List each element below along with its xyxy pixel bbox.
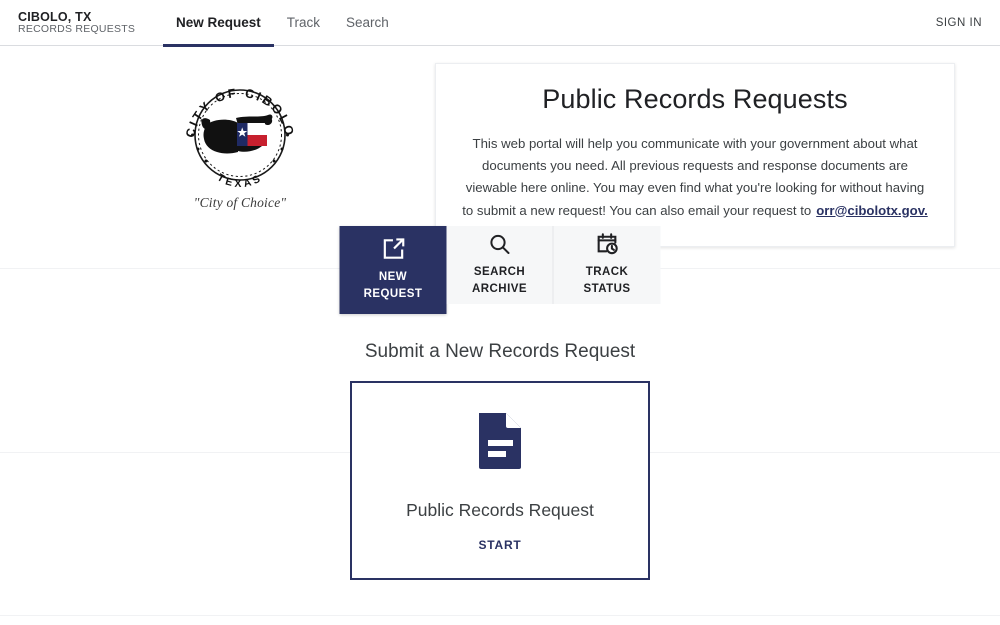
app-header: CIBOLO, TX RECORDS REQUESTS New Request … <box>0 0 1000 47</box>
tab-label-line1: NEW <box>378 270 408 283</box>
page-title: Public Records Requests <box>542 84 848 114</box>
document-icon-svg <box>479 412 521 469</box>
tab-label: NEW REQUEST <box>364 269 423 304</box>
calendar-clock-icon <box>595 231 620 257</box>
tab-new-request[interactable]: NEW REQUEST <box>339 225 447 314</box>
city-seal-block: CITY OF CIBOLO TEXAS "City of Choice" <box>45 63 435 211</box>
seal-tagline: "City of Choice" <box>193 195 287 210</box>
document-icon <box>477 411 523 474</box>
record-type-card-public-records-request[interactable]: Public Records Request START <box>350 380 650 580</box>
tab-label-line1: SEARCH <box>473 265 526 278</box>
tab-label-line2: ARCHIVE <box>472 283 527 296</box>
email-link[interactable]: orr@cibolotx.gov. <box>816 203 928 218</box>
brand-subtitle: RECORDS REQUESTS <box>18 22 136 35</box>
main-nav: New Request Track Search <box>163 0 402 47</box>
tab-label-line2: STATUS <box>583 283 631 296</box>
nav-item-new-request[interactable]: New Request <box>163 0 274 47</box>
hero-section: CITY OF CIBOLO TEXAS "City of Choice" Pu… <box>0 46 1000 247</box>
tab-search-archive[interactable]: SEARCH ARCHIVE <box>446 225 554 304</box>
edit-square-icon <box>380 236 406 262</box>
info-card: Public Records Requests This web portal … <box>435 63 955 247</box>
nav-item-label: New Request <box>176 15 261 30</box>
svg-text:TEXAS: TEXAS <box>215 172 265 191</box>
search-icon <box>488 231 512 257</box>
record-type-name: Public Records Request <box>406 499 594 520</box>
city-seal-icon: CITY OF CIBOLO TEXAS <box>183 86 294 191</box>
start-button[interactable]: START <box>478 538 521 552</box>
tab-track-status[interactable]: TRACK STATUS <box>553 225 661 304</box>
nav-item-search[interactable]: Search <box>333 0 402 46</box>
nav-item-track[interactable]: Track <box>274 0 333 46</box>
tab-label-line2: REQUEST <box>363 288 423 301</box>
sign-in-button[interactable]: SIGN IN <box>936 17 982 29</box>
nav-item-label: Search <box>346 15 389 30</box>
tab-label-line1: TRACK <box>585 265 629 278</box>
mode-tabs: NEW REQUEST SEARCH ARCHIVE TRACK STATUS <box>339 225 661 314</box>
nav-item-label: Track <box>286 15 321 30</box>
section-title: Submit a New Records Request <box>364 340 636 362</box>
info-card-body: This web portal will help you communicat… <box>460 133 930 222</box>
tab-label: TRACK STATUS <box>584 264 631 299</box>
divider-3 <box>0 615 1000 616</box>
tab-label: SEARCH ARCHIVE <box>472 264 527 299</box>
brand-title: CIBOLO, TX <box>18 9 92 24</box>
page-root: CIBOLO, TX RECORDS REQUESTS New Request … <box>0 0 1000 616</box>
brand[interactable]: CIBOLO, TX RECORDS REQUESTS <box>18 10 142 36</box>
